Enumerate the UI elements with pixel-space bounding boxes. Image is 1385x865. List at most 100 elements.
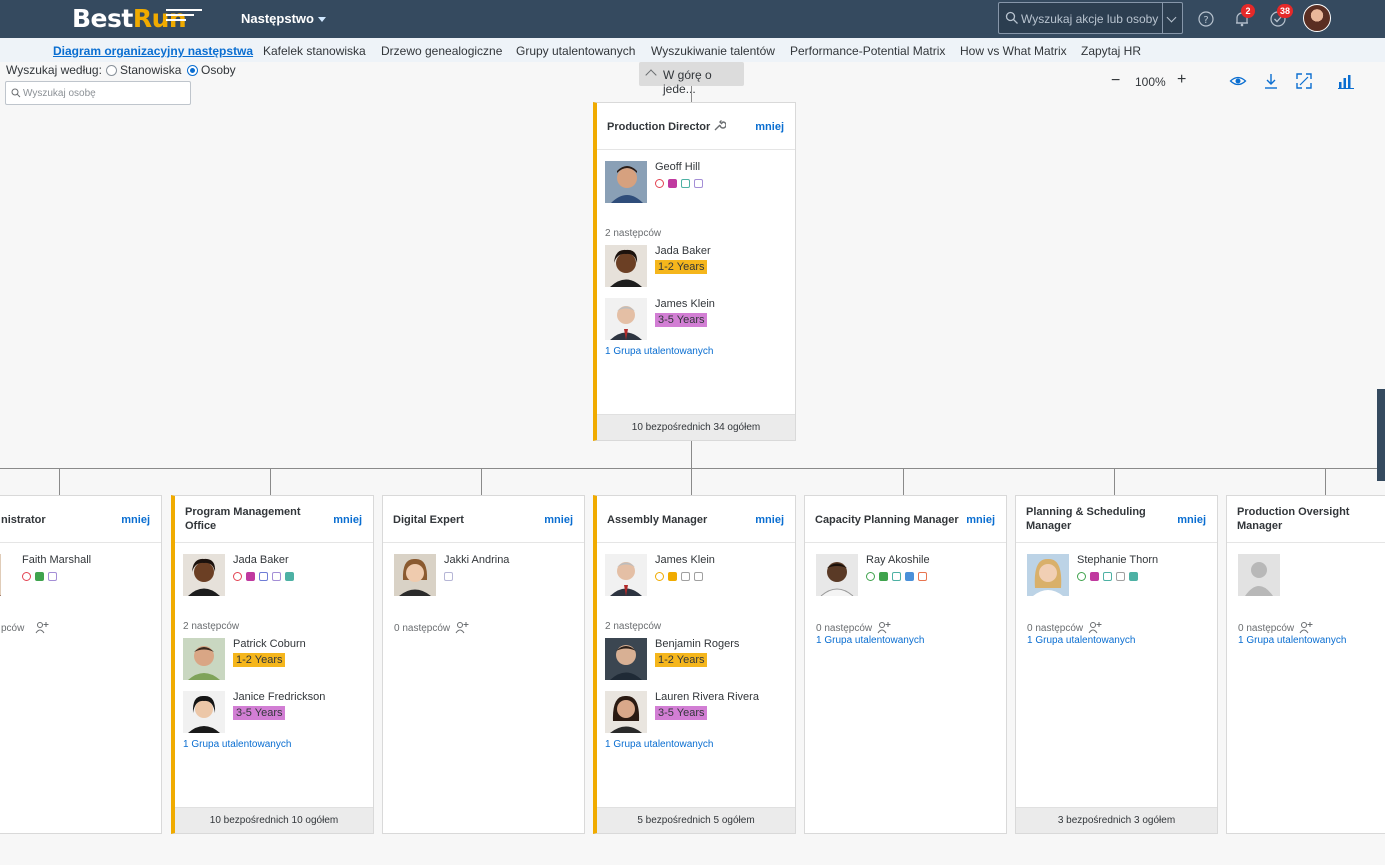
avatar[interactable] bbox=[183, 554, 225, 596]
collapse-link[interactable]: mniej bbox=[544, 514, 573, 526]
status-icons bbox=[655, 175, 707, 188]
vacant-avatar[interactable] bbox=[1238, 554, 1280, 596]
add-successor-icon[interactable] bbox=[1088, 621, 1102, 635]
radio-positions[interactable] bbox=[106, 65, 117, 76]
collapse-link[interactable]: mniej bbox=[755, 514, 784, 526]
add-successor-icon[interactable] bbox=[1299, 621, 1313, 635]
card-header: Capacity Planning Manager mniej bbox=[805, 496, 1006, 543]
trend-icon bbox=[694, 179, 703, 188]
avatar[interactable] bbox=[605, 691, 647, 733]
risk-icon bbox=[22, 572, 31, 581]
global-search-placeholder: Wyszukaj akcje lub osoby bbox=[1021, 12, 1159, 26]
app-menu-button[interactable]: Następstwo bbox=[241, 11, 326, 26]
position-card-administrator[interactable]: nistrator mniej Faith Marshall pców bbox=[0, 495, 162, 834]
tab-succession-org-chart[interactable]: Diagram organizacyjny następstwa bbox=[53, 44, 253, 58]
successor-name[interactable]: Benjamin Rogers bbox=[655, 638, 739, 650]
eye-icon[interactable] bbox=[1229, 72, 1247, 90]
successors-count: 0 następców bbox=[1027, 623, 1084, 634]
wrench-icon[interactable] bbox=[713, 119, 726, 132]
radio-people[interactable] bbox=[187, 65, 198, 76]
avatar[interactable] bbox=[183, 638, 225, 680]
add-successor-icon[interactable] bbox=[877, 621, 891, 635]
talent-pool-link[interactable]: 1 Grupa utalentowanych bbox=[183, 739, 291, 750]
incumbent-name[interactable]: Jada Baker bbox=[233, 554, 289, 566]
person-search-input[interactable]: Wyszukaj osobę bbox=[5, 81, 191, 105]
logo-speed-lines bbox=[166, 9, 202, 23]
connector-up bbox=[691, 86, 692, 103]
avatar[interactable] bbox=[605, 245, 647, 287]
avatar[interactable] bbox=[183, 691, 225, 733]
bar-chart-icon[interactable] bbox=[1337, 72, 1355, 90]
successor-name[interactable]: Janice Fredrickson bbox=[233, 691, 325, 703]
smile-icon bbox=[1077, 572, 1086, 581]
incumbent-name[interactable]: Stephanie Thorn bbox=[1077, 554, 1158, 566]
position-card-production-director[interactable]: Production Director mniej Geoff Hill 2 n… bbox=[593, 102, 796, 441]
flag-icon bbox=[35, 572, 44, 581]
incumbent-name[interactable]: James Klein bbox=[655, 554, 715, 566]
help-icon[interactable]: ? bbox=[1197, 10, 1215, 28]
position-card-production-oversight-manager[interactable]: Production Oversight Manager 0 następców… bbox=[1226, 495, 1385, 834]
successor-name[interactable]: Patrick Coburn bbox=[233, 638, 306, 650]
notifications-button[interactable]: 2 bbox=[1233, 4, 1255, 28]
fullscreen-icon[interactable] bbox=[1295, 72, 1313, 90]
avatar[interactable] bbox=[1027, 554, 1069, 596]
position-card-program-management-office[interactable]: Program Management Office mniej Jada Bak… bbox=[171, 495, 374, 834]
position-card-capacity-planning-manager[interactable]: Capacity Planning Manager mniej Ray Akos… bbox=[804, 495, 1007, 834]
tab-talent-search[interactable]: Wyszukiwanie talentów bbox=[651, 44, 775, 58]
position-card-planning-scheduling-manager[interactable]: Planning & Scheduling Manager mniej Step… bbox=[1015, 495, 1218, 834]
tab-lineage[interactable]: Drzewo genealogiczne bbox=[381, 44, 502, 58]
position-title: Capacity Planning Manager bbox=[815, 514, 959, 526]
add-successor-icon[interactable] bbox=[35, 621, 49, 635]
talent-pool-link[interactable]: 1 Grupa utalentowanych bbox=[605, 346, 713, 357]
tab-position-tile[interactable]: Kafelek stanowiska bbox=[263, 44, 366, 58]
feedback-icon bbox=[285, 572, 294, 581]
collapse-link[interactable]: mniej bbox=[755, 121, 784, 133]
avatar[interactable] bbox=[605, 161, 647, 203]
avatar[interactable] bbox=[394, 554, 436, 596]
position-card-assembly-manager[interactable]: Assembly Manager mniej James Klein 2 nas… bbox=[593, 495, 796, 834]
incumbent-name[interactable]: Faith Marshall bbox=[22, 554, 91, 566]
position-card-digital-expert[interactable]: Digital Expert mniej Jakki Andrina 0 nas… bbox=[382, 495, 585, 834]
avatar[interactable] bbox=[816, 554, 858, 596]
talent-pool-link[interactable]: 1 Grupa utalentowanych bbox=[1238, 635, 1346, 646]
tab-bar: Diagram organizacyjny następstwa Kafelek… bbox=[0, 38, 1385, 62]
zoom-in-button[interactable]: + bbox=[1177, 71, 1186, 89]
avatar[interactable] bbox=[605, 638, 647, 680]
search-scope-dropdown[interactable] bbox=[1162, 3, 1182, 33]
tab-ask-hr[interactable]: Zapytaj HR bbox=[1081, 44, 1141, 58]
avatar[interactable] bbox=[0, 554, 1, 596]
tab-talent-pools[interactable]: Grupy utalentowanych bbox=[516, 44, 635, 58]
talent-pool-link[interactable]: 1 Grupa utalentowanych bbox=[816, 635, 924, 646]
global-search-field[interactable]: Wyszukaj akcje lub osoby bbox=[998, 2, 1183, 34]
avatar[interactable] bbox=[605, 298, 647, 340]
successor-name[interactable]: Lauren Rivera Rivera bbox=[655, 691, 759, 703]
successor-name[interactable]: James Klein bbox=[655, 298, 715, 310]
add-successor-icon[interactable] bbox=[455, 621, 469, 635]
talent-pool-link[interactable]: 1 Grupa utalentowanych bbox=[1027, 635, 1135, 646]
incumbent-name[interactable]: Jakki Andrina bbox=[444, 554, 509, 566]
feedback-icon bbox=[905, 572, 914, 581]
download-icon[interactable] bbox=[1262, 72, 1280, 90]
collapse-link[interactable]: mniej bbox=[333, 514, 362, 526]
tab-how-vs-what[interactable]: How vs What Matrix bbox=[960, 44, 1067, 58]
go-up-one-level-button[interactable]: W górę o jede... bbox=[639, 62, 744, 96]
collapse-link[interactable]: mniej bbox=[1177, 514, 1206, 526]
incumbent-name[interactable]: Ray Akoshile bbox=[866, 554, 930, 566]
user-avatar[interactable] bbox=[1303, 4, 1331, 32]
readiness-badge: 3-5 Years bbox=[233, 706, 286, 720]
collapse-link[interactable]: mniej bbox=[966, 514, 995, 526]
position-title: Production Oversight Manager bbox=[1237, 506, 1350, 532]
side-panel-handle[interactable] bbox=[1377, 389, 1385, 481]
successor-name[interactable]: Jada Baker bbox=[655, 245, 711, 257]
reports-count: 10 bezpośrednich 10 ogółem bbox=[175, 807, 373, 833]
risk-icon bbox=[655, 179, 664, 188]
tasks-button[interactable]: 38 bbox=[1269, 4, 1294, 28]
card-header: Planning & Scheduling Manager mniej bbox=[1016, 496, 1217, 543]
trend-icon bbox=[694, 572, 703, 581]
incumbent-name[interactable]: Geoff Hill bbox=[655, 161, 700, 173]
zoom-out-button[interactable]: − bbox=[1111, 72, 1120, 90]
tab-performance-potential[interactable]: Performance-Potential Matrix bbox=[790, 44, 945, 58]
collapse-link[interactable]: mniej bbox=[121, 514, 150, 526]
avatar[interactable] bbox=[605, 554, 647, 596]
talent-pool-link[interactable]: 1 Grupa utalentowanych bbox=[605, 739, 713, 750]
